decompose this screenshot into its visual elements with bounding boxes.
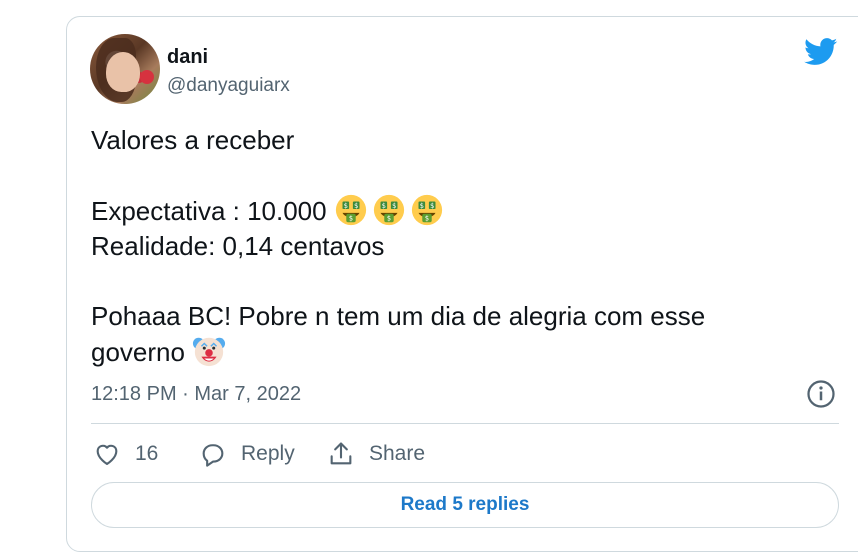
reply-button[interactable]: Reply	[199, 438, 295, 470]
tweet-text-line: Valores a receber	[91, 125, 295, 155]
reply-label: Reply	[241, 442, 295, 465]
svg-text:$: $	[392, 202, 396, 210]
svg-text:$: $	[425, 214, 429, 222]
svg-text:$: $	[354, 202, 358, 210]
svg-text:$: $	[344, 202, 348, 210]
money-mouth-face-icon: $ $$	[411, 194, 442, 226]
svg-text:$: $	[387, 214, 391, 222]
tweet-text-line: Expectativa : 10.000 $ $ $ $ $ $ $ $ $	[91, 193, 811, 229]
share-icon	[330, 442, 352, 465]
divider	[91, 423, 839, 424]
like-count: 16	[135, 442, 159, 465]
tweet-text-expectation: Expectativa : 10.000	[91, 196, 327, 226]
money-mouth-face-icon: $ $$	[335, 194, 366, 226]
avatar[interactable]	[90, 34, 160, 104]
svg-text:$: $	[382, 202, 386, 210]
tweet-text-line: Pohaaa BC! Pobre n tem um dia de alegria…	[91, 301, 706, 331]
like-button[interactable]: 16	[93, 438, 158, 470]
svg-text:$: $	[349, 214, 353, 222]
tweet-timestamp[interactable]: 12:18 PM · Mar 7, 2022	[91, 381, 301, 407]
svg-text:$: $	[420, 202, 424, 210]
author-name[interactable]: dani	[167, 45, 208, 69]
twitter-bird-icon[interactable]	[804, 38, 838, 66]
tweet-text-governo: governo	[91, 337, 185, 367]
read-replies-button[interactable]: Read 5 replies	[91, 482, 839, 528]
money-mouth-face-icon: $ $$	[373, 194, 404, 226]
speech-bubble-icon	[202, 444, 224, 467]
info-icon[interactable]	[806, 379, 836, 409]
tweet-text-line: governo	[91, 334, 811, 370]
author-handle[interactable]: @danyaguiarx	[167, 75, 290, 97]
tweet-text-line: Realidade: 0,14 centavos	[91, 231, 385, 261]
heart-icon	[96, 444, 118, 465]
share-button[interactable]: Share	[327, 438, 425, 470]
svg-text:$: $	[430, 202, 434, 210]
clown-face-icon	[193, 337, 226, 367]
share-label: Share	[369, 442, 426, 465]
tweet-text: Valores a receber Expectativa : 10.000 $…	[91, 123, 811, 370]
